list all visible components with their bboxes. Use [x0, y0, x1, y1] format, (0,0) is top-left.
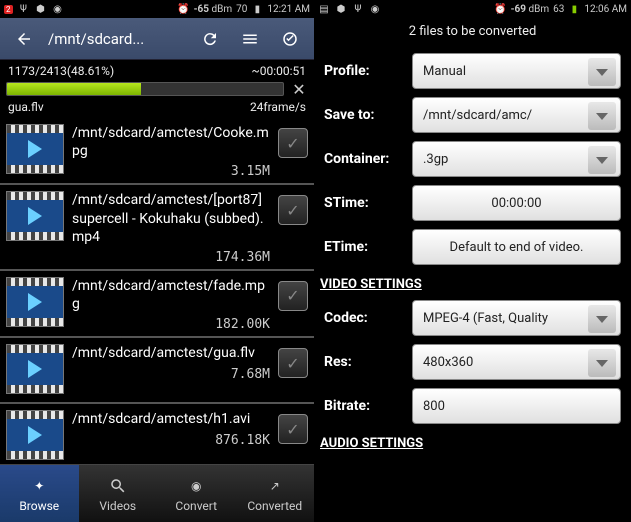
- sd-icon: ▤: [318, 3, 330, 15]
- toolbar: /mnt/sdcard...: [0, 18, 314, 60]
- alarm-icon: ⏰: [495, 3, 507, 15]
- saveto-select[interactable]: /mnt/sdcard/amc/: [412, 97, 621, 133]
- battery-pct: 70: [236, 4, 247, 15]
- container-label: Container:: [324, 151, 404, 167]
- checkbox[interactable]: ✓: [278, 348, 308, 378]
- list-item[interactable]: /mnt/sdcard/amctest/fade.mpg182.00K ✓: [0, 271, 314, 338]
- progress-eta: ~00:00:51: [252, 64, 306, 78]
- video-thumb-icon: [6, 191, 64, 241]
- signal-dbm: -69 dBm: [511, 4, 550, 15]
- progress-bar: [6, 82, 284, 96]
- audio-settings-header: AUDIO SETTINGS: [314, 428, 631, 455]
- cancel-progress-button[interactable]: ✕: [290, 80, 308, 98]
- search-icon: [107, 475, 129, 497]
- video-thumb-icon: [6, 410, 64, 460]
- video-settings-header: VIDEO SETTINGS: [314, 269, 631, 296]
- alarm-icon: ⏰: [178, 3, 190, 15]
- conversion-header: 2 files to be converted: [314, 18, 631, 49]
- etime-button[interactable]: Default to end of video.: [412, 229, 621, 265]
- signal-dbm: -65 dBm: [194, 4, 233, 15]
- clock: 12:06 AM: [584, 4, 627, 15]
- codec-select[interactable]: MPEG-4 (Fast, Quality: [412, 300, 621, 336]
- menu-button[interactable]: [230, 21, 270, 57]
- etime-label: ETime:: [324, 239, 404, 255]
- chevron-down-icon: [588, 102, 616, 130]
- select-button[interactable]: [270, 21, 310, 57]
- stime-button[interactable]: 00:00:00: [412, 185, 621, 221]
- back-button[interactable]: [4, 21, 44, 57]
- notification-badge-icon: 2: [4, 5, 13, 14]
- tab-videos[interactable]: Videos: [79, 465, 158, 522]
- video-thumb-icon: [6, 124, 64, 174]
- status-bar-right: ▤ ⬢ Ψ ◉ ⏰ -69 dBm 63 ▮ 12:06 AM: [314, 0, 631, 18]
- checkbox[interactable]: ✓: [278, 414, 308, 444]
- tab-browse[interactable]: ✦Browse: [0, 465, 79, 522]
- saveto-label: Save to:: [324, 107, 404, 123]
- video-thumb-icon: [6, 277, 64, 327]
- chevron-down-icon: [588, 146, 616, 174]
- codec-label: Codec:: [324, 310, 404, 326]
- container-select[interactable]: .3gp: [412, 141, 621, 177]
- profile-select[interactable]: Manual: [412, 53, 621, 89]
- chevron-down-icon: [588, 305, 616, 333]
- file-list[interactable]: /mnt/sdcard/amctest/Cooke.mpg3.15M ✓ /mn…: [0, 118, 314, 470]
- current-file: gua.flv: [8, 100, 44, 114]
- list-item[interactable]: /mnt/sdcard/amctest/Cooke.mpg3.15M ✓: [0, 118, 314, 185]
- bitrate-input[interactable]: 800: [412, 388, 621, 424]
- sync-icon: ◉: [369, 3, 381, 15]
- battery-icon: ▮: [251, 3, 263, 15]
- converted-icon: ↗: [264, 475, 286, 497]
- tab-convert[interactable]: ◉Convert: [157, 465, 236, 522]
- stime-label: STime:: [324, 195, 404, 211]
- list-item[interactable]: /mnt/sdcard/amctest/h1.avi876.18K ✓: [0, 404, 314, 470]
- path-display: /mnt/sdcard...: [44, 30, 190, 48]
- checkbox[interactable]: ✓: [278, 195, 308, 225]
- bottom-tabs: ✦Browse Videos ◉Convert ↗Converted: [0, 464, 314, 522]
- res-select[interactable]: 480x360: [412, 344, 621, 380]
- framerate: 24frame/s: [250, 100, 306, 114]
- list-item[interactable]: /mnt/sdcard/amctest/gua.flv7.68M ✓: [0, 338, 314, 404]
- checkbox[interactable]: ✓: [278, 128, 308, 158]
- clock: 12:21 AM: [267, 4, 310, 15]
- browse-icon: ✦: [28, 475, 50, 497]
- tab-converted[interactable]: ↗Converted: [236, 465, 315, 522]
- sync-icon: ◉: [52, 3, 64, 15]
- usb-icon: Ψ: [18, 3, 30, 15]
- refresh-button[interactable]: [190, 21, 230, 57]
- battery-icon: ▮: [568, 3, 580, 15]
- bitrate-label: Bitrate:: [324, 398, 404, 414]
- res-label: Res:: [324, 354, 404, 370]
- progress-count: 1173/2413(48.61%): [8, 64, 114, 78]
- usb-icon: Ψ: [352, 3, 364, 15]
- profile-label: Profile:: [324, 63, 404, 79]
- status-bar-left: 2 Ψ ⬢ ◉ ⏰ -65 dBm 70 ▮ 12:21 AM: [0, 0, 314, 18]
- chevron-down-icon: [588, 58, 616, 86]
- convert-icon: ◉: [185, 475, 207, 497]
- chevron-down-icon: [588, 349, 616, 377]
- list-item[interactable]: /mnt/sdcard/amctest/[port87] supercell -…: [0, 185, 314, 271]
- video-thumb-icon: [6, 344, 64, 394]
- checkbox[interactable]: ✓: [278, 281, 308, 311]
- android-icon: ⬢: [335, 3, 347, 15]
- battery-pct: 63: [553, 4, 564, 15]
- android-icon: ⬢: [35, 3, 47, 15]
